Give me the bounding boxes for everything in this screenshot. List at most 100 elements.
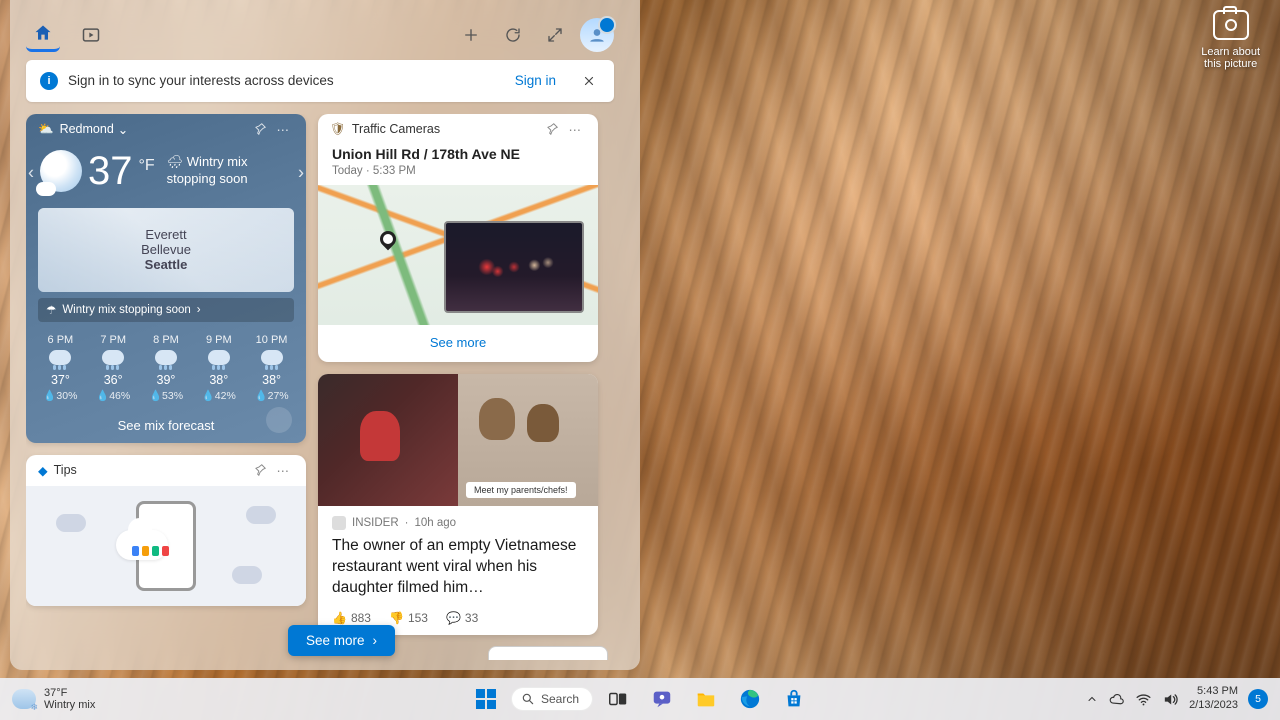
tray-overflow-button[interactable] xyxy=(1086,693,1098,705)
taskbar-explorer-button[interactable] xyxy=(687,682,725,716)
tray-wifi-icon[interactable] xyxy=(1135,691,1152,708)
map-label: Seattle xyxy=(145,257,188,272)
play-rect-icon xyxy=(81,25,101,45)
weather-icon xyxy=(12,689,36,709)
taskbar-weather-button[interactable]: 37°F Wintry mix xyxy=(12,687,95,711)
thumbs-down-icon: 👎 xyxy=(389,611,404,625)
hourly-item[interactable]: 10 PM38°💧27% xyxy=(255,334,289,402)
learn-about-label-1: Learn about xyxy=(1201,46,1260,58)
traffic-map[interactable] xyxy=(318,185,598,325)
traffic-shield-icon: 🛡 xyxy=(330,122,346,137)
widgets-watch-tab[interactable] xyxy=(74,18,108,52)
chevron-right-icon: › xyxy=(373,633,378,648)
rain-icon xyxy=(155,350,177,365)
store-icon xyxy=(783,688,805,710)
news-dislike-button[interactable]: 👎153 xyxy=(389,611,428,625)
taskbar-clock[interactable]: 5:43 PM 2/13/2023 xyxy=(1189,685,1238,713)
weather-partly-icon: ⛅ xyxy=(38,122,54,137)
traffic-cam-time: Today · 5:33 PM xyxy=(332,165,584,177)
chevron-right-icon: › xyxy=(197,304,201,316)
signin-close-button[interactable] xyxy=(578,70,600,92)
taskbar-store-button[interactable] xyxy=(775,682,813,716)
weather-temp: 37 xyxy=(88,149,133,194)
traffic-more-button[interactable]: ⋯ xyxy=(565,122,587,137)
news-source-icon xyxy=(332,516,346,530)
weather-map[interactable]: Everett Bellevue Seattle xyxy=(38,208,294,292)
weather-location-label: Redmond xyxy=(60,122,114,136)
rain-icon xyxy=(261,350,283,365)
taskbar-search-button[interactable]: Search xyxy=(511,687,593,711)
speaker-icon xyxy=(1162,691,1179,708)
taskbar-right: 5:43 PM 2/13/2023 5 xyxy=(1086,685,1268,713)
weather-location-dropdown[interactable]: Redmond ⌄ xyxy=(60,122,129,137)
see-more-button[interactable]: See more › xyxy=(288,625,395,656)
tray-onedrive-icon[interactable] xyxy=(1108,691,1125,708)
account-avatar-button[interactable] xyxy=(580,18,614,52)
traffic-title: Traffic Cameras xyxy=(352,122,440,136)
taskbar-chat-button[interactable] xyxy=(643,682,681,716)
cloud-icon xyxy=(1108,691,1125,708)
weather-pin-button[interactable] xyxy=(253,122,267,136)
compass-icon xyxy=(266,407,292,433)
signin-message: Sign in to sync your interests across de… xyxy=(68,73,334,88)
windows-logo-icon xyxy=(476,689,496,709)
hourly-item[interactable]: 8 PM39°💧53% xyxy=(149,334,183,402)
weather-condition: 🌧 Wintry mix stopping soon xyxy=(167,154,248,188)
plus-icon xyxy=(462,26,480,44)
pin-icon xyxy=(545,122,559,136)
pin-icon xyxy=(253,122,267,136)
start-button[interactable] xyxy=(467,682,505,716)
umbrella-icon: ☂ xyxy=(46,303,56,317)
expand-icon xyxy=(546,26,564,44)
news-like-button[interactable]: 👍883 xyxy=(332,611,371,625)
widgets-home-tab[interactable] xyxy=(26,18,60,52)
taskbar-center: Search xyxy=(467,682,813,716)
add-widget-button[interactable] xyxy=(454,18,488,52)
tips-more-button[interactable]: ⋯ xyxy=(273,463,295,478)
traffic-see-more-link[interactable]: See more xyxy=(332,325,584,354)
traffic-pin-button[interactable] xyxy=(545,122,559,136)
weather-alert-link[interactable]: ☂ Wintry mix stopping soon › xyxy=(38,298,294,322)
learn-about-picture-button[interactable]: Learn about this picture xyxy=(1201,10,1260,70)
see-forecast-link[interactable]: See mix forecast xyxy=(26,408,306,443)
map-label: Everett xyxy=(145,227,186,242)
folder-icon xyxy=(695,688,717,710)
learn-about-label-2: this picture xyxy=(1201,58,1260,70)
hourly-item[interactable]: 9 PM38°💧42% xyxy=(202,334,236,402)
pin-icon xyxy=(253,463,267,477)
weather-next-button[interactable]: › xyxy=(298,163,304,184)
tips-illustration xyxy=(26,486,306,606)
map-label: Bellevue xyxy=(141,242,191,257)
traffic-cam-thumbnail[interactable] xyxy=(444,221,584,313)
home-icon xyxy=(33,23,53,43)
tips-pin-button[interactable] xyxy=(253,463,267,477)
tips-widget[interactable]: ◆ Tips ⋯ xyxy=(26,455,306,606)
signin-link[interactable]: Sign in xyxy=(515,73,556,88)
tray-volume-icon[interactable] xyxy=(1162,691,1179,708)
weather-prev-button[interactable]: ‹ xyxy=(28,163,34,184)
refresh-button[interactable] xyxy=(496,18,530,52)
news-comments-button[interactable]: 💬33 xyxy=(446,611,478,625)
news-caption: Meet my parents/chefs! xyxy=(466,482,576,498)
taskbar-edge-button[interactable] xyxy=(731,682,769,716)
next-card-peek[interactable] xyxy=(488,646,608,660)
weather-more-button[interactable]: ⋯ xyxy=(273,122,295,137)
task-view-button[interactable] xyxy=(599,682,637,716)
info-icon: i xyxy=(40,72,58,90)
chevron-up-icon xyxy=(1086,693,1098,705)
news-card[interactable]: Meet my parents/chefs! INSIDER · 10h ago… xyxy=(318,374,598,635)
person-icon xyxy=(587,25,607,45)
news-headline[interactable]: The owner of an empty Vietnamese restaur… xyxy=(318,530,598,605)
traffic-cameras-widget[interactable]: 🛡 Traffic Cameras ⋯ Union Hill Rd / 178t… xyxy=(318,114,598,362)
hourly-item[interactable]: 7 PM36°💧46% xyxy=(96,334,130,402)
notifications-button[interactable]: 5 xyxy=(1248,689,1268,709)
rain-icon xyxy=(49,350,71,365)
expand-button[interactable] xyxy=(538,18,572,52)
refresh-icon xyxy=(504,26,522,44)
search-label: Search xyxy=(541,692,579,706)
taskbar-weather-temp: 37°F xyxy=(44,687,95,699)
hourly-item[interactable]: 6 PM37°💧30% xyxy=(43,334,77,402)
news-thumbnail: Meet my parents/chefs! xyxy=(318,374,598,506)
weather-widget[interactable]: ⛅ Redmond ⌄ ⋯ ‹ 37 °F 🌧 Wi xyxy=(26,114,306,443)
wifi-icon xyxy=(1135,691,1152,708)
